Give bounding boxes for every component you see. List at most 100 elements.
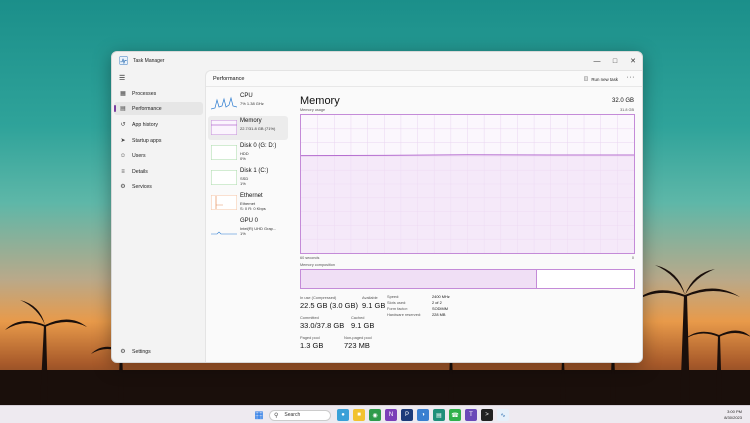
main-panel: Performance ◫ Run new task ··· CPU 7% 1.… [205,70,642,362]
page-header: Performance ◫ Run new task ··· [206,71,642,87]
window-title: Task Manager [133,58,165,64]
disk1-thumbnail-graph [211,170,237,185]
device-name: CPU [240,93,253,99]
system-tray-clock[interactable]: 3:00 PM 8/30/2023 [724,409,742,421]
clock-date: 8/30/2023 [724,415,742,420]
search-icon: ⚲ [274,412,279,419]
memory-usage-area [301,155,634,253]
hamburger-menu-icon[interactable]: ☰ [119,74,125,82]
spec-hw-reserved-label: Hardware reserved: [387,312,422,317]
available-label: Available [362,295,378,300]
spec-speed-value: 2400 MHz [432,294,450,299]
spec-speed-label: Speed: [387,294,400,299]
device-gpu-0[interactable]: GPU 0 Intel(R) UHD Grap... 1% [208,216,288,240]
device-subtext: Intel(R) UHD Grap... 1% [240,226,277,236]
start-windows-icon[interactable]: ▦ [253,409,265,421]
run-new-task-label: Run new task [591,76,618,82]
sidebar-item-details[interactable]: ≡ Details [114,165,203,178]
sidebar-item-startup-apps[interactable]: ➤ Startup apps [114,134,203,147]
device-name: Memory [240,118,262,124]
sidebar-nav: ☰ ▦ Processes ▤ Performance ↺ App histor… [112,70,205,362]
memory-composition-used [301,270,538,288]
graph-time-right: 0 [631,256,634,260]
device-name: Disk 1 (C:) [240,168,269,174]
users-icon: ☺ [119,152,127,159]
whatsapp-icon[interactable]: ☎ [449,409,461,421]
ethernet-thumbnail-graph [211,195,237,210]
non-paged-pool-value: 723 MB [344,341,370,350]
device-name: Disk 0 (G: D:) [240,143,277,149]
memory-usage-label: Memory usage [300,108,326,112]
sidebar-item-label: Details [132,168,148,175]
grid-icon: ▦ [120,91,126,97]
memory-composition-bar [300,269,635,289]
close-button[interactable]: ✕ [624,52,642,70]
taskbar: ▦ ⚲ Search ● ■ ◉ N P ◑ ▤ ☎ T > ∿ 3:00 PM… [0,405,750,423]
spec-form-factor-label: Form factor: [387,306,408,311]
copilot-icon[interactable]: ● [337,409,349,421]
chrome-icon[interactable]: ◉ [369,409,381,421]
sidebar-item-label: Performance [132,105,162,112]
sidebar-item-label: Processes [132,90,157,97]
history-icon: ↺ [120,122,126,128]
gpu-thumbnail-graph [211,231,237,235]
page-title: Performance [213,76,245,82]
sidebar-item-performance[interactable]: ▤ Performance [114,102,203,115]
notepad-icon[interactable]: ▤ [433,409,445,421]
memory-usage-max: 31.8 GB [620,108,634,112]
sidebar-item-users[interactable]: ☺ Users [114,149,203,162]
file-explorer-icon[interactable]: ■ [353,409,365,421]
sidebar-item-label: Startup apps [132,137,162,144]
memory-total: 32.0 GB [611,98,634,104]
onenote-icon[interactable]: N [385,409,397,421]
settings-label: Settings [132,348,151,355]
device-subtext: SSD 1% [240,176,249,186]
committed-label: Committed [300,315,319,320]
device-cpu[interactable]: CPU 7% 1.38 GHz [208,91,288,115]
paged-pool-value: 1.3 GB [300,341,324,350]
edge-icon[interactable]: ◑ [417,409,429,421]
more-options-icon[interactable]: ··· [627,74,636,81]
committed-value: 33.0/37.8 GB [300,321,345,330]
run-new-task-button[interactable]: ◫ Run new task [584,76,618,82]
device-name: Ethernet [240,193,263,199]
cached-value: 9.1 GB [351,321,375,330]
sidebar-item-services[interactable]: ⚙ Services [114,180,203,193]
teams-icon[interactable]: T [465,409,477,421]
sidebar-item-processes[interactable]: ▦ Processes [114,87,203,100]
terminal-icon[interactable]: > [481,409,493,421]
sidebar-item-label: Services [132,183,152,190]
maximize-button[interactable]: □ [606,52,624,70]
device-subtext: Ethernet S: 0 R: 0 Kbps [240,201,266,211]
spec-form-factor-value: SODIMM [432,306,448,311]
pulse-icon: ▤ [120,106,126,112]
title-bar[interactable]: Task Manager — □ ✕ [112,52,642,70]
paged-pool-label: Paged pool [300,335,320,340]
taskbar-search-box[interactable]: ⚲ Search [269,409,331,421]
run-task-icon: ◫ [583,76,589,82]
task-manager-window: Task Manager — □ ✕ ☰ ▦ Processes ▤ Perfo… [111,51,643,363]
cached-label: Cached [351,315,365,320]
in-use-label: In use (Compressed) [300,295,337,300]
available-value: 9.1 GB [362,301,386,310]
device-disk-1[interactable]: Disk 1 (C:) SSD 1% [208,166,288,190]
non-paged-pool-label: Non-paged pool [344,335,372,340]
list-icon: ≡ [121,168,125,175]
minimize-button[interactable]: — [588,52,606,70]
device-subtext: HDD 0% [240,151,249,161]
settings-button[interactable]: ⚙ Settings [114,345,203,358]
device-memory[interactable]: Memory 22.7/31.8 GB (71%) [208,116,288,140]
device-name: GPU 0 [240,218,259,224]
device-subtext: 22.7/31.8 GB (71%) [240,126,276,131]
sidebar-item-app-history[interactable]: ↺ App history [114,118,203,131]
task-manager-taskbar-icon[interactable]: ∿ [497,409,509,421]
device-ethernet[interactable]: Ethernet Ethernet S: 0 R: 0 Kbps [208,191,288,215]
taskbar-search-label: Search [284,412,301,418]
memory-thumbnail-graph [211,120,237,135]
device-disk-0[interactable]: Disk 0 (G: D:) HDD 0% [208,141,288,165]
spec-slots-label: Slots used: [387,300,407,305]
cpu-thumbnail-graph [211,96,237,110]
memory-composition-label: Memory composition [300,263,336,267]
photoshop-icon[interactable]: P [401,409,413,421]
gear-icon: ⚙ [120,184,126,190]
